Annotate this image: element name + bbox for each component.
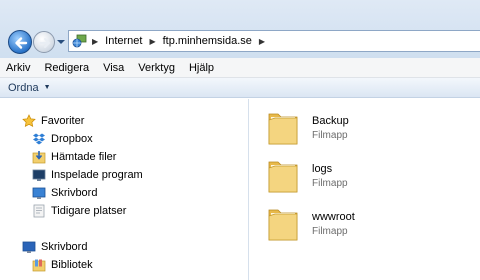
nav-item-dropbox[interactable]: Dropbox (32, 130, 93, 148)
dropbox-icon (33, 133, 45, 145)
folder-icon (268, 209, 298, 241)
folder-icon (268, 161, 298, 193)
nav-favorites[interactable]: Favoriter (22, 112, 84, 130)
recent-places-icon (33, 204, 45, 218)
forward-button[interactable] (33, 31, 55, 53)
menu-arkiv[interactable]: Arkiv (6, 62, 30, 74)
nav-item-recorded-tv[interactable]: Inspelade program (32, 166, 143, 184)
back-button[interactable] (8, 30, 32, 54)
desktop-icon (32, 187, 46, 199)
folder-name: logs (312, 163, 333, 175)
folder-item[interactable]: logs Filmapp (266, 152, 466, 200)
folder-type: Filmapp (312, 130, 348, 141)
nav-item-label: Inspelade program (51, 169, 143, 181)
nav-desktop-label: Skrivbord (41, 241, 88, 253)
menu-hjalp[interactable]: Hjälp (189, 62, 214, 74)
recent-pages-icon[interactable] (57, 38, 65, 46)
nav-item-label: Bibliotek (51, 259, 93, 271)
forward-arrow-icon (39, 38, 51, 48)
breadcrumb-separator-icon[interactable]: ▶ (149, 37, 155, 46)
menu-verktyg[interactable]: Verktyg (138, 62, 175, 74)
downloads-icon (32, 151, 46, 164)
nav-item-libraries[interactable]: Bibliotek (32, 256, 93, 274)
nav-item-downloads[interactable]: Hämtade filer (32, 148, 116, 166)
nav-item-label: Dropbox (51, 133, 93, 145)
folder-type: Filmapp (312, 178, 348, 189)
chevron-down-icon: ▼ (43, 84, 51, 91)
nav-item-label: Hämtade filer (51, 151, 117, 163)
breadcrumb-separator-icon[interactable]: ▶ (92, 37, 98, 46)
menu-visa[interactable]: Visa (103, 62, 124, 74)
nav-item-label: Skrivbord (51, 187, 98, 199)
menu-bar: Arkiv Redigera Visa Verktyg Hjälp (0, 58, 480, 78)
nav-item-desktop-fav[interactable]: Skrivbord (32, 184, 97, 202)
folder-type: Filmapp (312, 226, 348, 237)
desktop-icon (22, 241, 36, 253)
breadcrumb-ftp-site[interactable]: ftp.minhemsida.se (163, 35, 252, 47)
nav-favorites-label: Favoriter (41, 115, 85, 127)
back-arrow-icon (15, 37, 28, 49)
nav-item-label: Tidigare platser (51, 205, 127, 217)
navigation-pane: Favoriter Dropbox Hämtade filer Inspelad… (0, 99, 249, 280)
folder-item[interactable]: Backup Filmapp (266, 104, 466, 152)
organize-label: Ordna (8, 81, 39, 94)
folder-name: wwwroot (312, 211, 355, 223)
address-bar-area: ▶ Internet ▶ ftp.minhemsida.se ▶ (0, 0, 480, 58)
folder-name: Backup (312, 115, 349, 127)
nav-desktop[interactable]: Skrivbord (22, 238, 87, 256)
file-list: Backup Filmapp logs Filmapp wwwroot Film… (250, 99, 480, 280)
folder-icon (268, 113, 298, 145)
menu-redigera[interactable]: Redigera (44, 62, 89, 74)
network-location-icon (72, 34, 87, 48)
command-bar: Ordna ▼ (0, 78, 480, 98)
organize-button[interactable]: Ordna ▼ (8, 82, 51, 94)
address-box[interactable]: ▶ Internet ▶ ftp.minhemsida.se ▶ (68, 30, 480, 52)
breadcrumb-separator-icon[interactable]: ▶ (259, 37, 265, 46)
star-icon (22, 114, 36, 127)
libraries-icon (32, 259, 46, 272)
folder-item[interactable]: wwwroot Filmapp (266, 200, 466, 248)
nav-item-recent-places[interactable]: Tidigare platser (32, 202, 126, 220)
breadcrumb-internet[interactable]: Internet (105, 35, 142, 47)
recorded-tv-icon (32, 169, 46, 181)
